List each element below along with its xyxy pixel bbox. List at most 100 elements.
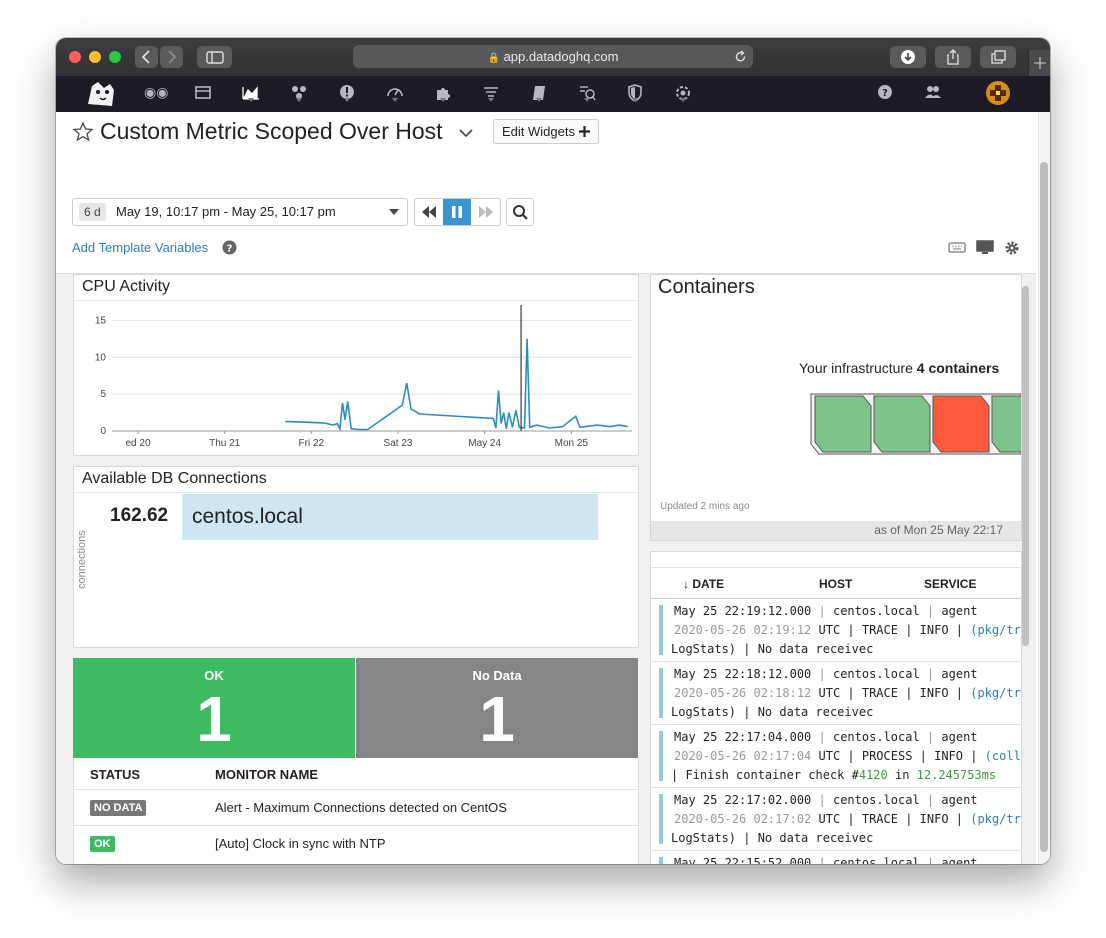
nav-logs[interactable] xyxy=(480,82,502,104)
ok-count-tile[interactable]: OK 1 xyxy=(73,658,355,758)
y-tick-label: 10 xyxy=(95,352,107,363)
forward-time-button[interactable] xyxy=(471,199,500,225)
log-table-header: ↓ DATE HOST SERVICE xyxy=(651,568,1021,599)
help-icon: ? xyxy=(878,85,892,99)
toplist-bar[interactable]: centos.local xyxy=(182,494,598,540)
zoom-search-button[interactable] xyxy=(506,198,534,226)
nav-help[interactable]: ? xyxy=(874,82,896,104)
rewind-button[interactable] xyxy=(415,199,443,225)
log-message: UTC | TRACE | INFO | xyxy=(811,812,971,826)
log-source: (pkg/trace xyxy=(970,623,1021,637)
nav-security[interactable] xyxy=(624,82,646,104)
host-column-header[interactable]: HOST xyxy=(819,577,852,591)
chevron-right-icon xyxy=(168,50,177,64)
log-date: May 25 22:19:12.000 xyxy=(674,604,812,618)
time-span-badge: 6 d xyxy=(79,203,106,221)
monitor-icon[interactable] xyxy=(976,240,994,255)
widget-title: Available DB Connections xyxy=(82,470,267,487)
log-host: centos.local xyxy=(832,856,920,864)
container-tile[interactable] xyxy=(873,395,931,453)
gear-icon[interactable] xyxy=(1004,240,1020,256)
page-vertical-scrollbar[interactable] xyxy=(1040,162,1048,852)
nav-rum[interactable] xyxy=(672,82,694,104)
nav-team[interactable] xyxy=(922,82,944,104)
tabs-overview-button[interactable] xyxy=(980,46,1016,68)
log-row[interactable]: May 25 22:18:12.000 | centos.local | age… xyxy=(651,662,1021,725)
star-icon[interactable] xyxy=(72,121,94,143)
nodata-count-tile[interactable]: No Data 1 xyxy=(356,658,638,758)
close-window-button[interactable] xyxy=(69,51,81,63)
log-row[interactable]: May 25 22:19:12.000 | centos.local | age… xyxy=(651,599,1021,662)
svg-text:?: ? xyxy=(882,88,888,99)
nav-synthetics[interactable] xyxy=(576,82,598,104)
container-tile[interactable] xyxy=(991,395,1021,453)
keyboard-icon[interactable] xyxy=(948,241,966,254)
log-source: (pkg/trace xyxy=(970,686,1021,700)
pause-button[interactable] xyxy=(443,199,471,225)
nav-infrastructure[interactable] xyxy=(288,82,310,104)
user-avatar[interactable] xyxy=(986,81,1010,105)
log-row[interactable]: May 25 22:17:04.000 | centos.local | age… xyxy=(651,725,1021,788)
pause-icon xyxy=(452,206,462,218)
x-tick-label: May 24 xyxy=(468,438,501,449)
help-icon[interactable]: ? xyxy=(222,240,237,255)
nav-integrations[interactable] xyxy=(432,82,454,104)
widget-title: CPU Activity xyxy=(82,278,171,295)
db-connections-widget[interactable]: Available DB Connections connections 162… xyxy=(73,466,639,648)
downloads-button[interactable] xyxy=(890,46,926,68)
sidebar-toggle-button[interactable] xyxy=(197,46,232,68)
add-template-variables-link[interactable]: Add Template Variables xyxy=(72,240,208,255)
back-button[interactable] xyxy=(135,46,158,68)
containers-widget[interactable]: Containers Your infrastructure 4 contain… xyxy=(650,274,1022,541)
monitor-name[interactable]: [Auto] Clock in sync with NTP xyxy=(215,836,386,851)
monitor-summary-widget[interactable]: OK 1 No Data 1 STATUS MONITOR NAME NO DA… xyxy=(73,658,639,864)
time-range-picker[interactable]: 6 d May 19, 10:17 pm - May 25, 10:17 pm xyxy=(72,198,408,226)
container-tile[interactable] xyxy=(932,395,990,453)
log-host: centos.local xyxy=(832,793,920,807)
log-source: (pkg/trace xyxy=(970,812,1021,826)
as-of-bar: as of Mon 25 May 22:17 xyxy=(651,521,1021,540)
browser-toolbar: 🔒 app.datadoghq.com xyxy=(56,38,1050,77)
log-row[interactable]: May 25 22:17:02.000 | centos.local | age… xyxy=(651,788,1021,851)
chevron-down-icon[interactable] xyxy=(458,127,474,139)
log-row[interactable]: May 25 22:15:52.000 | centos.local | age… xyxy=(651,851,1021,864)
container-hexmap[interactable] xyxy=(809,390,1021,460)
cpu-activity-widget[interactable]: CPU Activity 0 5 10 15 ed 20 Thu 21 Fri 22 Sat … xyxy=(73,274,639,456)
date-column-header[interactable]: ↓ DATE xyxy=(683,577,724,591)
share-button[interactable] xyxy=(935,46,971,68)
new-tab-button[interactable] xyxy=(1028,50,1050,76)
service-column-header[interactable]: SERVICE xyxy=(924,577,976,591)
monitor-row[interactable]: NO DATA Alert - Maximum Connections dete… xyxy=(74,790,638,826)
lock-icon: 🔒 xyxy=(487,53,500,64)
nav-monitors[interactable] xyxy=(336,82,358,104)
reload-icon[interactable] xyxy=(734,50,747,63)
inner-vertical-scrollbar[interactable] xyxy=(1022,286,1029,646)
nodata-label: No Data xyxy=(472,668,522,683)
log-host: centos.local xyxy=(832,604,920,618)
edit-widgets-button[interactable]: Edit Widgets xyxy=(493,119,599,144)
cpu-line-chart[interactable]: 0 5 10 15 ed 20 Thu 21 Fri 22 Sat 23 May 24 Mon 2… xyxy=(74,303,638,453)
caret-down-icon xyxy=(389,209,399,215)
log-duration: 12.245753ms xyxy=(916,768,997,782)
page-title: Custom Metric Scoped Over Host xyxy=(100,118,443,144)
monitor-table: STATUS MONITOR NAME NO DATA Alert - Maxi… xyxy=(73,758,639,864)
address-bar[interactable]: 🔒 app.datadoghq.com xyxy=(353,45,753,68)
log-host: centos.local xyxy=(832,667,920,681)
nav-apm[interactable] xyxy=(384,82,406,104)
datadog-logo[interactable] xyxy=(84,76,120,112)
forward-button[interactable] xyxy=(160,46,183,68)
log-stream-widget[interactable]: ↓ DATE HOST SERVICE May 25 22:19:12.000 … xyxy=(650,551,1022,864)
log-timestamp: 2020-05-26 02:17:02 xyxy=(674,812,812,826)
browser-window: 🔒 app.datadoghq.com ◉◉ ? Custom Metric S… xyxy=(56,38,1050,864)
monitor-name[interactable]: Alert - Maximum Connections detected on … xyxy=(215,800,507,815)
container-tile[interactable] xyxy=(814,395,872,453)
y-tick-label: 0 xyxy=(100,426,106,437)
x-tick-label: ed 20 xyxy=(125,438,150,449)
nav-events[interactable] xyxy=(192,82,214,104)
nav-notebooks[interactable] xyxy=(528,82,550,104)
monitor-row[interactable]: OK [Auto] Clock in sync with NTP xyxy=(74,826,638,861)
nav-dashboards[interactable] xyxy=(240,82,262,104)
zoom-window-button[interactable] xyxy=(109,51,121,63)
minimize-window-button[interactable] xyxy=(89,51,101,63)
nav-watchdog[interactable]: ◉◉ xyxy=(144,82,168,104)
